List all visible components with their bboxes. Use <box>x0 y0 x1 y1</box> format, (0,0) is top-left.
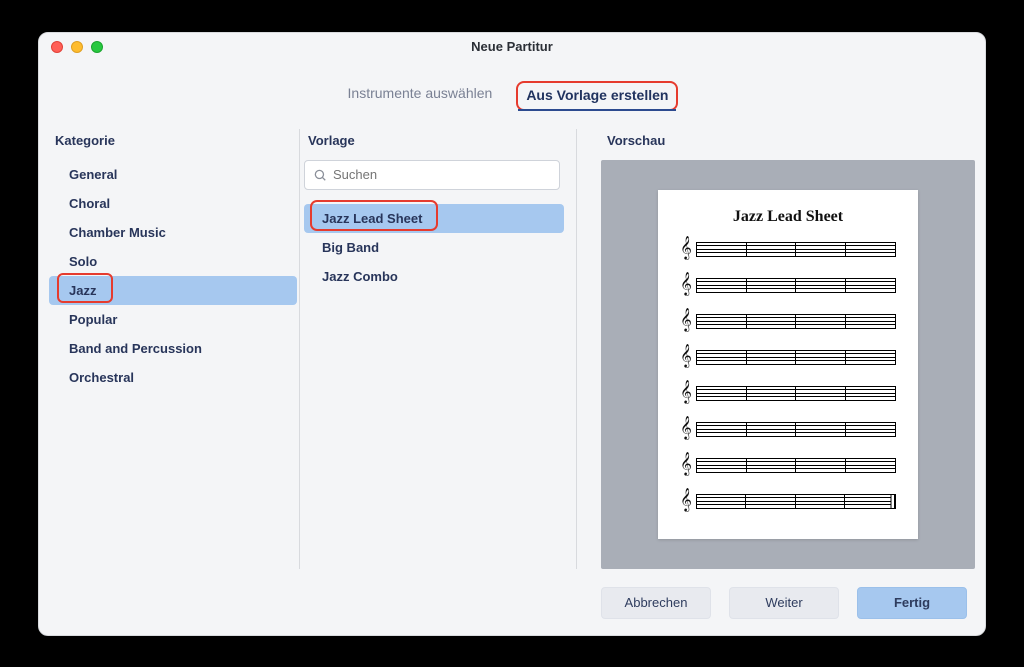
window-title: Neue Partitur <box>39 39 985 54</box>
stave: 𝄞 <box>680 492 896 510</box>
search-input[interactable] <box>333 167 551 182</box>
template-item-jazz-lead-sheet[interactable]: Jazz Lead Sheet <box>304 204 564 233</box>
cancel-button[interactable]: Abbrechen <box>601 587 711 619</box>
category-item-general[interactable]: General <box>49 160 297 189</box>
template-label: Vorlage <box>302 129 566 160</box>
content-area: Kategorie General Choral Chamber Music S… <box>39 129 985 577</box>
staves: 𝄞 𝄞 𝄞 𝄞 𝄞 𝄞 𝄞 𝄞 <box>680 240 896 510</box>
category-item-jazz[interactable]: Jazz <box>49 276 297 305</box>
category-list: General Choral Chamber Music Solo Jazz P… <box>49 160 297 392</box>
done-button[interactable]: Fertig <box>857 587 967 619</box>
tab-create-from-template[interactable]: Aus Vorlage erstellen <box>516 81 678 111</box>
search-icon <box>313 168 327 182</box>
category-item-band-and-percussion[interactable]: Band and Percussion <box>49 334 297 363</box>
template-search[interactable] <box>304 160 560 190</box>
new-score-window: Neue Partitur Instrumente auswählen Aus … <box>38 32 986 636</box>
preview-sheet: Jazz Lead Sheet 𝄞 𝄞 𝄞 𝄞 𝄞 𝄞 𝄞 𝄞 <box>658 190 918 539</box>
stave: 𝄞 <box>680 312 896 330</box>
template-item-jazz-combo[interactable]: Jazz Combo <box>304 262 564 291</box>
preview-column: Vorschau Jazz Lead Sheet 𝄞 𝄞 𝄞 𝄞 𝄞 𝄞 𝄞 𝄞 <box>579 129 975 569</box>
stave: 𝄞 <box>680 276 896 294</box>
stave: 𝄞 <box>680 348 896 366</box>
stave: 𝄞 <box>680 420 896 438</box>
titlebar: Neue Partitur <box>39 33 985 61</box>
preview-frame: Jazz Lead Sheet 𝄞 𝄞 𝄞 𝄞 𝄞 𝄞 𝄞 𝄞 <box>601 160 975 569</box>
template-list: Jazz Lead Sheet Big Band Jazz Combo <box>302 204 566 291</box>
template-item-big-band[interactable]: Big Band <box>304 233 564 262</box>
category-item-solo[interactable]: Solo <box>49 247 297 276</box>
tab-choose-instruments[interactable]: Instrumente auswählen <box>346 81 495 111</box>
next-button[interactable]: Weiter <box>729 587 839 619</box>
divider <box>299 129 300 569</box>
category-item-orchestral[interactable]: Orchestral <box>49 363 297 392</box>
mode-tabs: Instrumente auswählen Aus Vorlage erstel… <box>39 61 985 129</box>
divider <box>576 129 577 569</box>
category-item-popular[interactable]: Popular <box>49 305 297 334</box>
category-column: Kategorie General Choral Chamber Music S… <box>49 129 297 569</box>
category-item-chamber-music[interactable]: Chamber Music <box>49 218 297 247</box>
category-item-choral[interactable]: Choral <box>49 189 297 218</box>
stave: 𝄞 <box>680 456 896 474</box>
stave: 𝄞 <box>680 240 896 258</box>
category-label: Kategorie <box>49 129 297 160</box>
template-column: Vorlage Jazz Lead Sheet Big Band Jazz Co… <box>302 129 574 569</box>
sheet-title: Jazz Lead Sheet <box>680 208 896 226</box>
stave: 𝄞 <box>680 384 896 402</box>
preview-label: Vorschau <box>601 129 975 160</box>
dialog-footer: Abbrechen Weiter Fertig <box>39 577 985 635</box>
